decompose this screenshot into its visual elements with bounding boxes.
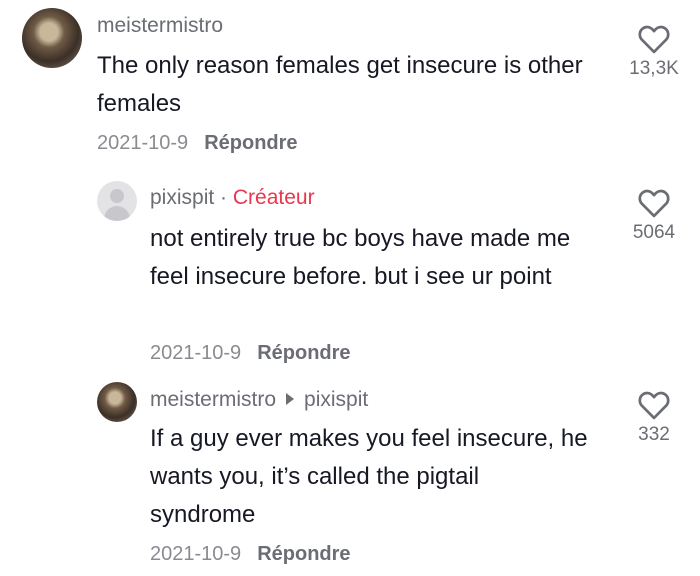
- like-count: 5064: [632, 222, 676, 243]
- creator-badge: Créateur: [232, 186, 315, 209]
- default-avatar-icon: [97, 181, 137, 221]
- like-button[interactable]: 332: [619, 390, 689, 446]
- comment-username[interactable]: meistermistro: [97, 14, 223, 38]
- avatar[interactable]: [22, 8, 82, 68]
- heart-outline-icon: [638, 25, 670, 54]
- comment-username[interactable]: meistermistro: [150, 388, 276, 411]
- reply-button[interactable]: Répondre: [257, 543, 350, 565]
- comment-date: 2021-10-9: [150, 342, 242, 364]
- like-button[interactable]: 13,3K: [619, 24, 689, 80]
- caret-right-icon: [286, 393, 295, 405]
- heart-outline-icon: [638, 391, 670, 420]
- comment-text: not entirely true bc boys have made me f…: [150, 225, 571, 290]
- reply-to-username[interactable]: pixispit: [304, 388, 368, 411]
- reply-button[interactable]: Répondre: [204, 132, 297, 154]
- comment-text: The only reason females get insecure is …: [97, 52, 583, 117]
- comment-meta: 2021-10-9 Répondre: [150, 342, 351, 365]
- comment-meta: 2021-10-9 Répondre: [150, 543, 351, 566]
- comment-text: If a guy ever makes you feel insecure, h…: [150, 425, 588, 528]
- avatar[interactable]: [97, 181, 137, 221]
- comment-meta: 2021-10-9 Répondre: [97, 132, 298, 155]
- heart-outline-icon: [638, 189, 670, 218]
- avatar-photo: [22, 8, 82, 68]
- comment-header: meistermistro pixispit: [150, 388, 368, 412]
- avatar[interactable]: [97, 382, 137, 422]
- comment-date: 2021-10-9: [150, 543, 242, 565]
- reply-button[interactable]: Répondre: [257, 342, 350, 364]
- like-button[interactable]: 5064: [619, 188, 689, 244]
- like-count: 332: [638, 424, 670, 445]
- comment-header: pixispit · Créateur: [150, 186, 315, 210]
- separator: ·: [220, 186, 228, 209]
- comment-date: 2021-10-9: [97, 132, 189, 154]
- avatar-photo: [97, 382, 137, 422]
- like-count: 13,3K: [629, 58, 679, 79]
- comment-username[interactable]: pixispit: [150, 186, 214, 209]
